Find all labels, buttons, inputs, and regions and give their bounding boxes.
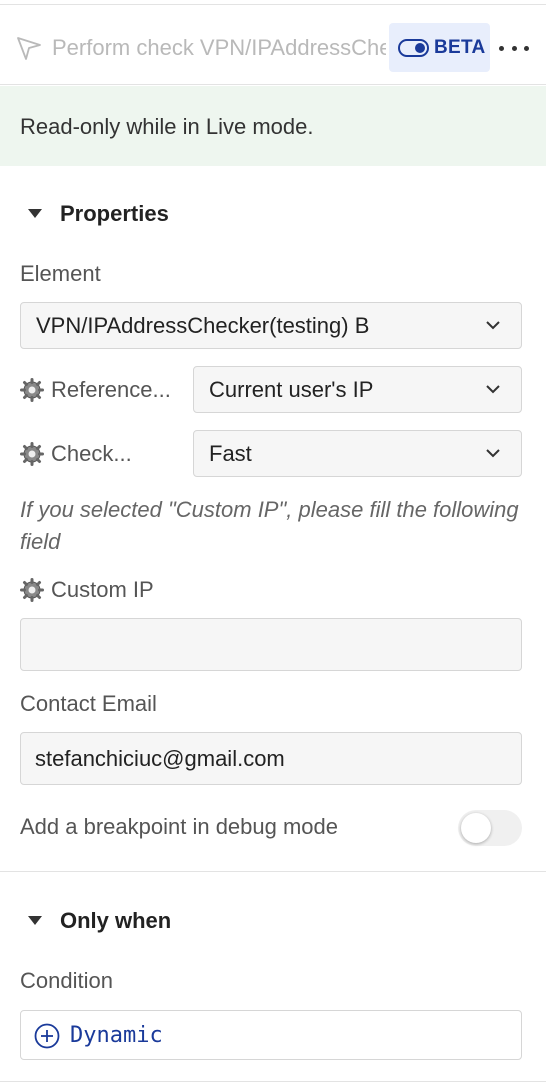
reference-select[interactable]: Current user's IP <box>193 366 522 413</box>
contact-email-input[interactable]: stefanchiciuc@gmail.com <box>20 732 522 785</box>
more-horizontal-icon <box>511 45 517 51</box>
contact-email-value: stefanchiciuc@gmail.com <box>35 746 285 771</box>
beta-toggle-button[interactable]: BETA <box>389 23 490 72</box>
reference-select-value: Current user's IP <box>209 377 374 402</box>
breakpoint-label: Add a breakpoint in debug mode <box>20 814 339 839</box>
custom-ip-label-text: Custom IP <box>51 577 154 602</box>
check-label-text: Check... <box>51 441 132 466</box>
reference-label: Reference... <box>20 375 171 405</box>
element-select-value: VPN/IPAddressChecker(testing) B <box>36 313 370 338</box>
action-title[interactable]: Perform check VPN/IPAddressChecker <box>52 33 386 63</box>
chevron-down-icon <box>486 385 500 394</box>
more-horizontal-icon <box>499 45 504 51</box>
check-select-value: Fast <box>209 441 252 466</box>
element-label: Element <box>20 261 101 286</box>
check-label: Check... <box>20 439 132 469</box>
dynamic-expression-label[interactable]: Dynamic <box>70 1021 163 1051</box>
condition-label: Condition <box>20 968 113 993</box>
custom-ip-hint: If you selected "Custom IP", please fill… <box>20 497 519 554</box>
beta-label: BETA <box>434 36 486 58</box>
section-divider <box>0 871 546 872</box>
gear-icon <box>20 378 44 402</box>
caret-down-icon[interactable] <box>28 209 42 219</box>
custom-ip-label: Custom IP <box>20 575 154 605</box>
toggle-knob <box>461 813 491 843</box>
gear-icon <box>20 442 44 466</box>
condition-expression-field[interactable]: Dynamic <box>20 1010 522 1060</box>
chevron-down-icon <box>486 449 500 458</box>
element-select[interactable]: VPN/IPAddressChecker(testing) B <box>20 302 522 349</box>
contact-email-label: Contact Email <box>20 691 157 716</box>
gear-icon <box>20 578 44 602</box>
bottom-divider <box>0 1081 546 1082</box>
plus-circle-icon[interactable] <box>34 1023 60 1049</box>
panel-header: Perform check VPN/IPAddressChecker BETA <box>0 5 546 85</box>
breakpoint-toggle[interactable] <box>458 810 522 846</box>
properties-section-title[interactable]: Properties <box>60 199 169 229</box>
check-select[interactable]: Fast <box>193 430 522 477</box>
toggle-icon <box>398 38 429 57</box>
caret-down-icon[interactable] <box>28 916 42 926</box>
reference-label-text: Reference... <box>51 377 171 402</box>
only-when-section-title[interactable]: Only when <box>60 906 171 936</box>
custom-ip-input[interactable] <box>20 618 522 671</box>
send-icon <box>17 37 41 60</box>
notice-text: Read-only while in Live mode. <box>20 114 314 139</box>
live-mode-notice: Read-only while in Live mode. <box>0 86 546 166</box>
more-horizontal-icon <box>524 45 529 51</box>
more-options-button[interactable] <box>499 39 529 57</box>
chevron-down-icon <box>486 321 500 330</box>
